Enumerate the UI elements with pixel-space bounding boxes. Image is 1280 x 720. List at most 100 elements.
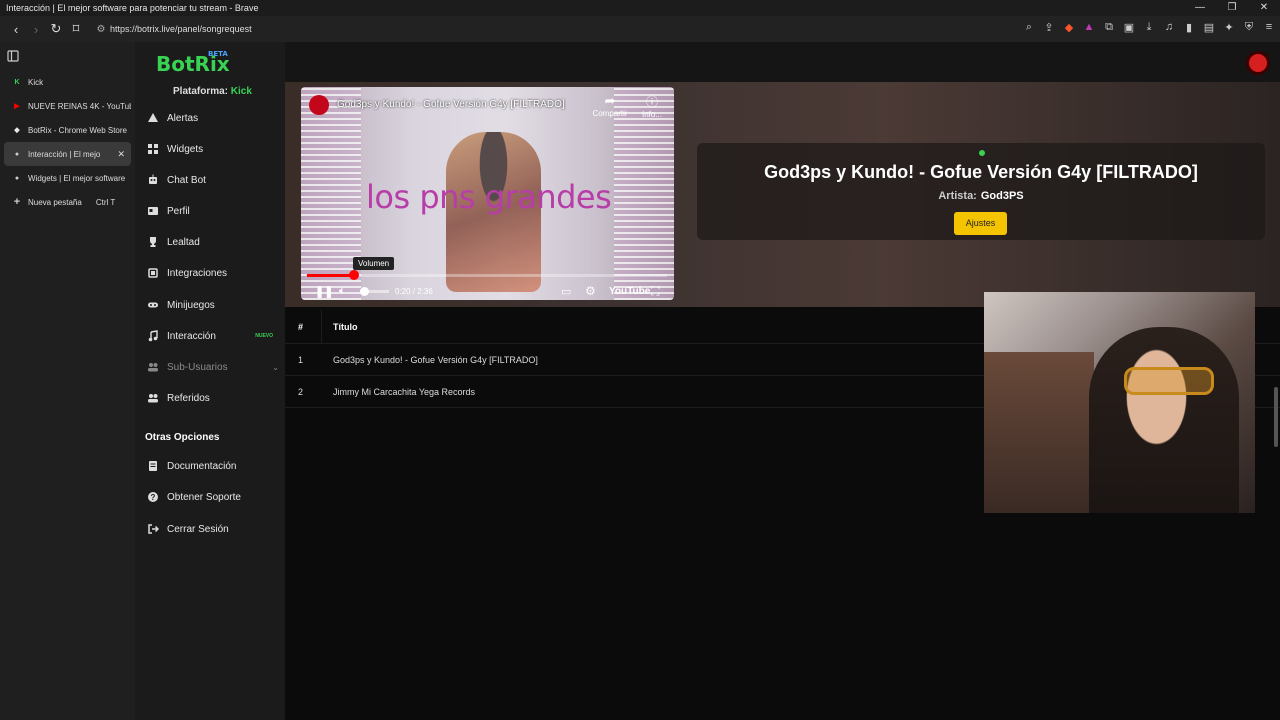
artist-name: God3PS [980, 190, 1024, 202]
sidebar-item-label: Widgets [167, 143, 204, 155]
sidebar-item-label: Sub-Usuarios [167, 361, 228, 373]
warning-icon [147, 112, 159, 124]
now-playing-artist: Artista: God3PS [697, 190, 1265, 202]
tab-item[interactable]: ● Widgets | El mejor software [4, 166, 131, 190]
sidebar-item[interactable]: Perfil [147, 205, 283, 217]
sidebar-item[interactable]: Chat Bot [147, 174, 283, 186]
tab-list: K Kick ▶ NUEVE REINAS 4K - YouTub ◆ BotRix - … [0, 70, 135, 190]
volume-slider[interactable] [360, 287, 389, 296]
zoom-icon[interactable]: ⌕ [1022, 20, 1036, 34]
sidebar-item[interactable]: Integraciones [147, 267, 283, 279]
forward-icon[interactable]: › [26, 22, 46, 37]
other-options-heading: Otras Opciones [145, 432, 220, 443]
share-button[interactable]: ➦ Compartir [590, 93, 630, 118]
sidebar-item-label: Cerrar Sesión [167, 523, 229, 535]
id-card-icon [147, 205, 159, 217]
extensions-icon[interactable]: ⧉ [1102, 20, 1116, 34]
tab-item[interactable]: ● Interacción | El mejo ✕ [4, 142, 131, 166]
address-bar[interactable]: ⚙ https://botrix.live/panel/songrequest [92, 19, 982, 39]
reload-icon[interactable]: ↻ [46, 21, 66, 37]
tab-label: BotRix - Chrome Web Store [28, 125, 127, 135]
url-text: https://botrix.live/panel/songrequest [110, 24, 252, 34]
tabs-panel-header [0, 42, 135, 70]
tab-item[interactable]: ◆ BotRix - Chrome Web Store [4, 118, 131, 142]
progress-scrubber[interactable] [348, 270, 359, 280]
minimize-icon[interactable]: — [1184, 0, 1216, 16]
sidebar-item-label: Perfil [167, 205, 190, 217]
brave-rewards-icon[interactable]: ▲ [1082, 20, 1096, 34]
users-icon [147, 361, 159, 373]
info-label: Info... [641, 110, 662, 119]
sidebar-item[interactable]: Cerrar Sesión [147, 523, 283, 535]
sidebar-item[interactable]: Referidos [147, 392, 283, 404]
volume-icon[interactable]: 🔈︎ [339, 285, 346, 298]
row-title: Jimmy Mi Carcachita Yega Records [333, 387, 476, 397]
settings-button[interactable]: Ajustes [954, 212, 1007, 235]
grid-icon [147, 143, 159, 155]
sidebar-item[interactable]: Interacción NUEVO [147, 330, 283, 342]
tab-item[interactable]: K Kick [4, 70, 131, 94]
sidebar-item[interactable]: ? Obtener Soporte [147, 491, 283, 503]
downloads-icon[interactable]: ⤓ [1142, 20, 1156, 34]
new-badge: NUEVO [255, 333, 273, 339]
channel-avatar-icon[interactable] [309, 95, 329, 115]
bookmark-icon[interactable]: ⌑ [66, 21, 86, 37]
vertical-tabs: K Kick ▶ NUEVE REINAS 4K - YouTub ◆ BotRix - … [0, 42, 135, 720]
youtube-brand[interactable]: YouTube [609, 286, 650, 297]
share-page-icon[interactable]: ⇪ [1042, 20, 1056, 34]
sidebar-item[interactable]: Alertas [147, 112, 283, 124]
header-title: Título [333, 322, 358, 332]
page-scrollbar[interactable] [1274, 387, 1278, 447]
subtitles-icon[interactable]: ▭ [561, 285, 571, 298]
pause-icon[interactable]: ❚❚ [315, 285, 333, 298]
settings-icon[interactable]: ⚙ [585, 284, 596, 298]
sidebar-item[interactable]: Lealtad [147, 236, 283, 248]
fullscreen-icon[interactable]: ⛶ [651, 284, 659, 299]
site-settings-icon[interactable]: ⚙ [92, 24, 110, 35]
info-icon: ⓘ [645, 95, 658, 109]
youtube-player[interactable]: God3ps y Kundo! - Gofue Versión G4y [FIL… [301, 87, 674, 300]
app-sidebar: BotRix BETA Plataforma: Kick Alertas Widge… [135, 42, 285, 720]
header-number: # [298, 322, 304, 332]
progress-bar[interactable] [307, 270, 667, 280]
webcam-streamer [1089, 327, 1239, 513]
beta-badge: BETA [208, 50, 228, 58]
platform-label: Plataforma: [173, 86, 229, 97]
back-icon[interactable]: ‹ [6, 22, 26, 37]
sidebar-item[interactable]: Minijuegos [147, 299, 283, 311]
leo-icon[interactable]: ✦ [1222, 20, 1236, 34]
share-label: Compartir [592, 109, 628, 118]
sidebar-item[interactable]: Widgets [147, 143, 283, 155]
video-title[interactable]: God3ps y Kundo! - Gofue Versión G4y [FIL… [337, 99, 565, 110]
tab-label: Kick [28, 77, 44, 87]
player-controls: ❚❚ 🔈︎ 0:20 / 2:36 ▭ ⚙ YouTube ⛶ [301, 282, 674, 300]
screenshot-icon[interactable]: ▣ [1122, 20, 1136, 34]
restore-icon[interactable]: ❐ [1216, 0, 1248, 16]
close-window-icon[interactable]: ✕ [1248, 0, 1280, 16]
sidebar-item-label: Lealtad [167, 236, 200, 248]
brave-shields-icon[interactable]: ◆ [1062, 20, 1076, 34]
video-caption: los pns grandes [366, 178, 612, 216]
doc-icon [147, 460, 159, 472]
sidebar-item-label: Minijuegos [167, 299, 215, 311]
tab-item[interactable]: ▶ NUEVE REINAS 4K - YouTub [4, 94, 131, 118]
artist-label: Artista: [938, 190, 977, 202]
new-tab-button[interactable]: + Nueva pestaña Ctrl T [4, 190, 131, 214]
botrix-logo[interactable]: BotRix BETA [156, 50, 230, 76]
user-avatar[interactable] [1246, 51, 1270, 75]
media-icon[interactable]: ♫ [1162, 20, 1176, 34]
new-tab-shortcut: Ctrl T [95, 197, 116, 207]
wallet-icon[interactable]: ▤ [1202, 20, 1216, 34]
close-tab-icon[interactable]: ✕ [117, 149, 125, 160]
info-button[interactable]: ⓘ Info... [638, 93, 666, 119]
sidebar-item[interactable]: Sub-Usuarios ⌄ [147, 361, 283, 373]
vpn-icon[interactable]: ⛨ [1242, 20, 1256, 34]
sidebar-toggle-icon[interactable]: ▮ [1182, 20, 1196, 34]
menu-icon[interactable]: ≡ [1262, 20, 1276, 34]
window-controls: — ❐ ✕ [1184, 0, 1280, 16]
time-display: 0:20 / 2:36 [395, 286, 433, 296]
volume-knob[interactable] [360, 287, 369, 296]
webcam-background-shelf [984, 352, 1094, 513]
sidebar-panel-icon[interactable] [7, 50, 19, 62]
sidebar-item[interactable]: Documentación [147, 460, 283, 472]
